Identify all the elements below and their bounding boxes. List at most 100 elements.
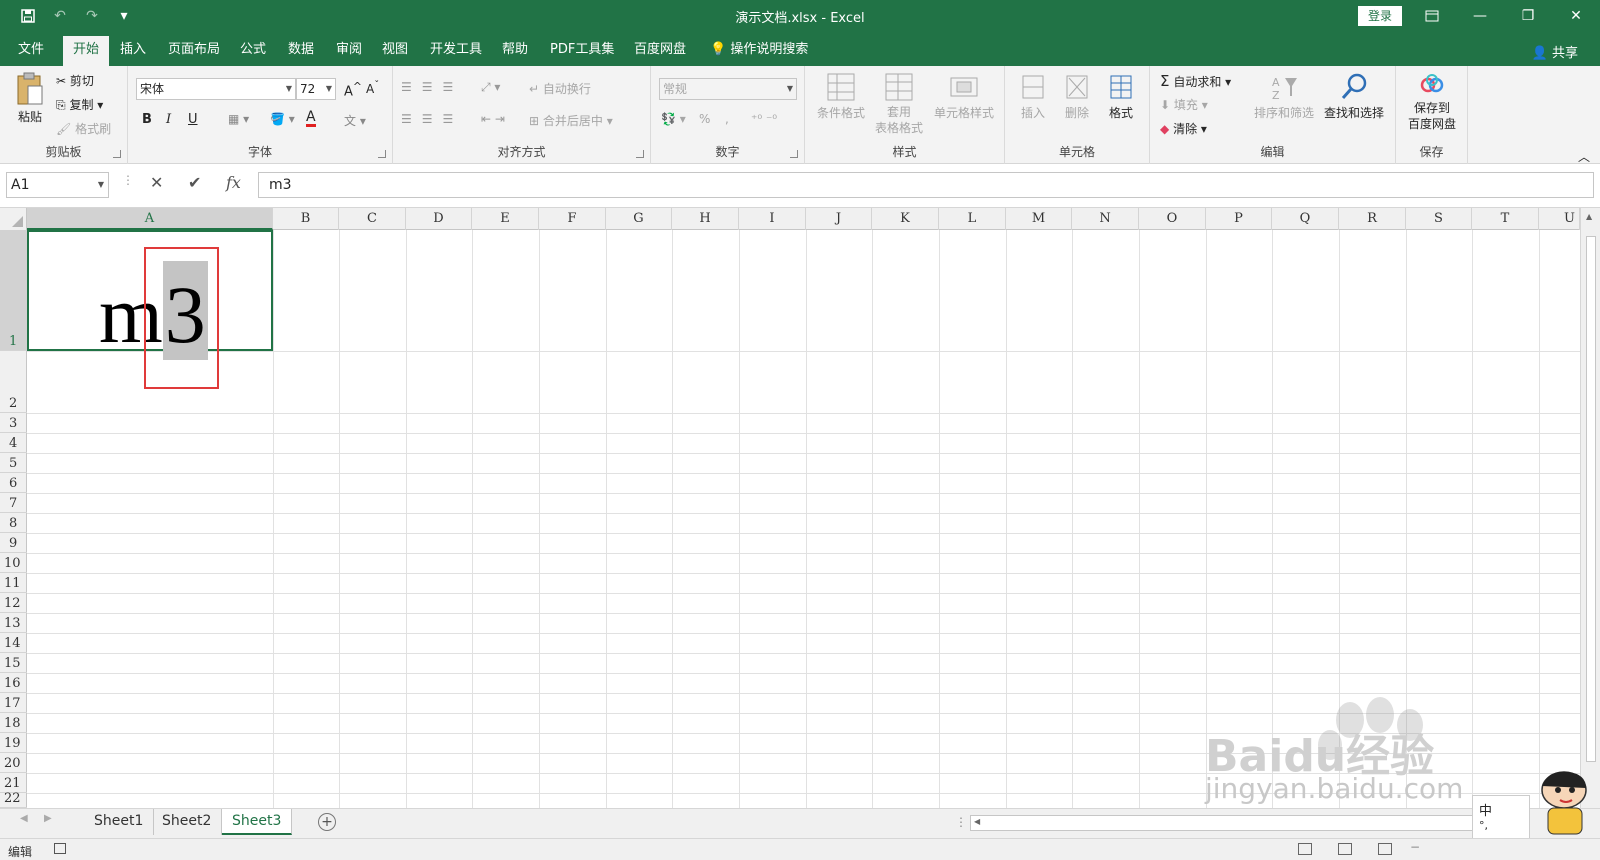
paste-button[interactable]: 粘贴 bbox=[12, 72, 48, 125]
row-header[interactable]: 14 bbox=[0, 633, 27, 653]
row-header[interactable]: 12 bbox=[0, 593, 27, 613]
alignment-launcher-icon[interactable] bbox=[636, 150, 644, 158]
sheet-tab[interactable]: Sheet1 bbox=[84, 809, 155, 835]
column-header[interactable]: G bbox=[606, 208, 672, 230]
clipboard-launcher-icon[interactable] bbox=[113, 150, 121, 158]
vertical-align-buttons[interactable]: ☰☰☰ bbox=[401, 80, 463, 94]
tab-view[interactable]: 视图 bbox=[372, 36, 418, 66]
column-header[interactable]: A bbox=[27, 208, 273, 230]
row-header[interactable]: 9 bbox=[0, 533, 27, 553]
scroll-up-icon[interactable]: ▲ bbox=[1586, 212, 1592, 221]
bold-button[interactable]: B bbox=[142, 112, 152, 127]
row-header[interactable]: 19 bbox=[0, 733, 27, 753]
row-header[interactable]: 16 bbox=[0, 673, 27, 693]
formula-input[interactable]: m3 bbox=[258, 172, 1594, 198]
vertical-scrollbar[interactable]: ▲ bbox=[1580, 208, 1600, 808]
column-header[interactable]: C bbox=[339, 208, 406, 230]
row-header[interactable]: 8 bbox=[0, 513, 27, 533]
find-select-button[interactable]: 查找和选择 bbox=[1318, 72, 1390, 121]
font-size-select[interactable]: 72 ▼ bbox=[296, 78, 336, 100]
insert-function-icon[interactable]: fx bbox=[226, 173, 241, 192]
cut-button[interactable]: ✂ 剪切 bbox=[56, 72, 94, 89]
tab-review[interactable]: 审阅 bbox=[326, 36, 372, 66]
cell-styles-button[interactable]: 单元格样式 bbox=[929, 72, 999, 121]
format-painter-button[interactable]: 🖌 格式刷 bbox=[56, 120, 111, 137]
column-header[interactable]: B bbox=[273, 208, 339, 230]
column-header[interactable]: O bbox=[1139, 208, 1206, 230]
tab-page-layout[interactable]: 页面布局 bbox=[158, 36, 230, 66]
column-header[interactable]: T bbox=[1472, 208, 1539, 230]
phonetic-guide-button[interactable]: 文 ▾ bbox=[344, 112, 366, 129]
increase-font-size-button[interactable]: A^ bbox=[344, 80, 362, 99]
page-layout-view-icon[interactable] bbox=[1338, 843, 1352, 855]
enter-icon[interactable]: ✔ bbox=[188, 173, 201, 192]
conditional-formatting-button[interactable]: 条件格式 bbox=[813, 72, 869, 121]
share-button[interactable]: 👤 共享 bbox=[1532, 42, 1578, 61]
horizontal-scrollbar[interactable]: ◀ bbox=[970, 815, 1490, 831]
font-name-select[interactable]: 宋体 ▼ bbox=[136, 78, 296, 100]
split-handle-icon[interactable]: ⋮ bbox=[955, 815, 967, 829]
column-header[interactable]: Q bbox=[1272, 208, 1339, 230]
row-header[interactable]: 5 bbox=[0, 453, 27, 473]
column-header[interactable]: L bbox=[939, 208, 1006, 230]
zoom-out-icon[interactable]: − bbox=[1410, 840, 1420, 854]
font-launcher-icon[interactable] bbox=[378, 150, 386, 158]
borders-button[interactable]: ▦ ▾ bbox=[228, 112, 249, 126]
copy-button[interactable]: ⎘ 复制 ▾ bbox=[56, 96, 103, 113]
column-header[interactable]: R bbox=[1339, 208, 1406, 230]
column-header[interactable]: N bbox=[1072, 208, 1139, 230]
row-header[interactable]: 10 bbox=[0, 553, 27, 573]
cancel-icon[interactable]: ✕ bbox=[150, 173, 163, 192]
ribbon-display-options-icon[interactable] bbox=[1408, 0, 1456, 32]
row-header[interactable]: 22 bbox=[0, 791, 27, 808]
sheet-nav-prev-icon[interactable]: ◀ bbox=[20, 813, 28, 824]
tab-file[interactable]: 文件 bbox=[8, 36, 54, 66]
row-header[interactable]: 3 bbox=[0, 413, 27, 433]
autosum-button[interactable]: Σ 自动求和 ▾ bbox=[1160, 72, 1231, 90]
macro-record-icon[interactable] bbox=[54, 843, 66, 854]
tab-data[interactable]: 数据 bbox=[278, 36, 324, 66]
column-header[interactable]: F bbox=[539, 208, 606, 230]
percent-button[interactable]: % bbox=[699, 112, 710, 126]
row-header[interactable]: 2 bbox=[0, 351, 27, 413]
restore-icon[interactable]: ❐ bbox=[1504, 0, 1552, 32]
column-header[interactable]: M bbox=[1006, 208, 1072, 230]
row-header[interactable]: 11 bbox=[0, 573, 27, 593]
close-icon[interactable]: ✕ bbox=[1552, 0, 1600, 32]
insert-cells-button[interactable]: 插入 bbox=[1013, 72, 1053, 121]
italic-button[interactable]: I bbox=[166, 112, 171, 127]
column-header[interactable]: S bbox=[1406, 208, 1472, 230]
minimize-icon[interactable]: — bbox=[1456, 0, 1504, 32]
column-header[interactable]: J bbox=[806, 208, 872, 230]
clear-button[interactable]: ◆ 清除 ▾ bbox=[1160, 120, 1207, 137]
scroll-left-icon[interactable]: ◀ bbox=[974, 817, 980, 826]
name-box[interactable]: A1 ▼ bbox=[6, 172, 109, 198]
sheet-tab-active[interactable]: Sheet3 bbox=[222, 809, 293, 835]
column-header[interactable]: I bbox=[739, 208, 806, 230]
collapse-ribbon-icon[interactable]: ︿ bbox=[1578, 148, 1590, 165]
row-header[interactable]: 15 bbox=[0, 653, 27, 673]
column-header[interactable]: H bbox=[672, 208, 739, 230]
fill-button[interactable]: ⬇ 填充 ▾ bbox=[1160, 96, 1208, 113]
row-header[interactable]: 18 bbox=[0, 713, 27, 733]
row-header[interactable]: 7 bbox=[0, 493, 27, 513]
delete-cells-button[interactable]: 删除 bbox=[1057, 72, 1097, 121]
sheet-tab[interactable]: Sheet2 bbox=[152, 809, 223, 835]
vertical-scroll-thumb[interactable] bbox=[1586, 236, 1596, 762]
orientation-button[interactable]: ⤢ ▾ bbox=[481, 80, 500, 95]
column-header[interactable]: D bbox=[406, 208, 472, 230]
wrap-text-button[interactable]: ↵ 自动换行 bbox=[529, 80, 591, 97]
tab-developer[interactable]: 开发工具 bbox=[420, 36, 492, 66]
format-as-table-button[interactable]: 套用 表格格式 bbox=[869, 72, 929, 136]
row-header[interactable]: 17 bbox=[0, 693, 27, 713]
login-button[interactable]: 登录 bbox=[1358, 6, 1402, 26]
sheet-nav-next-icon[interactable]: ▶ bbox=[44, 813, 52, 824]
column-header[interactable]: U bbox=[1539, 208, 1580, 230]
row-header[interactable]: 21 bbox=[0, 773, 27, 793]
normal-view-icon[interactable] bbox=[1298, 843, 1312, 855]
row-header[interactable]: 6 bbox=[0, 473, 27, 493]
fill-color-button[interactable]: 🪣 ▾ bbox=[270, 112, 295, 126]
row-header[interactable]: 20 bbox=[0, 753, 27, 773]
merge-center-button[interactable]: ⊞ 合并后居中 ▾ bbox=[529, 112, 613, 129]
horizontal-align-buttons[interactable]: ☰☰☰ bbox=[401, 112, 463, 126]
